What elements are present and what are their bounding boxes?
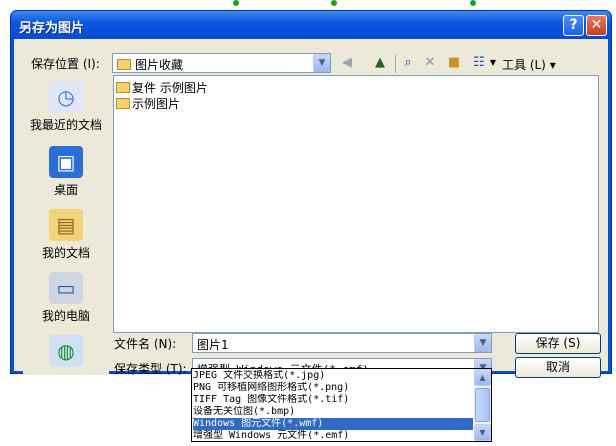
file-name: 示例图片 [132, 97, 181, 111]
file-list[interactable]: 复件 示例图片 示例图片 [113, 75, 599, 333]
views-dropdown-icon[interactable]: ▼ [488, 53, 498, 73]
folder-icon [116, 82, 130, 93]
place-label: 我最近的文档 [29, 118, 102, 132]
recent-documents-icon: ◷ [49, 81, 83, 113]
filetype-option-highlighted[interactable]: Windows 图元文件(*.wmf) [193, 418, 473, 430]
save-in-combo[interactable]: 图片收藏 ▼ [112, 53, 331, 73]
network-places-icon: ◍ [49, 335, 83, 367]
filetype-option[interactable]: PNG 可移植网络图形格式(*.png) [193, 382, 473, 394]
dropdown-scrollbar[interactable]: ▲ ▼ [474, 369, 491, 441]
search-web-icon[interactable]: ⌕ [398, 53, 418, 73]
place-recent-documents[interactable]: ◷ 我最近的文档 [23, 81, 109, 133]
background-top [0, 0, 616, 10]
save-in-label: 保存位置 (I): [31, 57, 100, 71]
place-label: 我的电脑 [41, 309, 90, 323]
place-desktop[interactable]: ▣ 桌面 [23, 146, 109, 198]
place-network[interactable]: ◍ [23, 335, 109, 370]
my-documents-icon: ▤ [49, 209, 83, 241]
list-item[interactable]: 示例图片 [116, 95, 180, 112]
help-button[interactable]: ? [563, 15, 584, 36]
green-handle-icon [331, 0, 337, 6]
places-bar: ◷ 我最近的文档 ▣ 桌面 ▤ 我的文档 ▭ 我的电脑 ◍ [23, 71, 109, 375]
place-my-documents[interactable]: ▤ 我的文档 [23, 209, 109, 261]
filetype-option[interactable]: 设备无关位图(*.bmp) [193, 406, 473, 418]
back-icon[interactable]: ◀ [337, 53, 357, 73]
title-bar[interactable]: 另存为图片 ? ✕ [11, 11, 611, 39]
chevron-down-icon[interactable]: ▼ [313, 54, 330, 72]
save-button[interactable]: 保存 (S) [515, 333, 601, 354]
close-button[interactable]: ✕ [586, 15, 607, 36]
filetype-option[interactable]: 增强型 Windows 元文件(*.emf) [193, 430, 473, 442]
tools-menu-button[interactable]: 工具 (L) ▾ [502, 56, 556, 73]
place-label: 桌面 [53, 183, 78, 197]
scroll-down-icon[interactable]: ▼ [474, 424, 491, 441]
delete-icon[interactable]: ✕ [420, 53, 440, 73]
green-handle-icon [233, 0, 239, 6]
scroll-up-icon[interactable]: ▲ [474, 369, 491, 386]
new-folder-icon[interactable]: ■ [444, 53, 464, 73]
filename-label: 文件名 (N): [114, 337, 177, 351]
my-computer-icon: ▭ [49, 272, 83, 304]
chevron-down-icon[interactable]: ▼ [474, 334, 491, 352]
cancel-button[interactable]: 取消 [515, 357, 601, 378]
save-in-location: 图片收藏 [135, 58, 184, 72]
save-as-picture-dialog: 另存为图片 ? ✕ 保存位置 (I): 图片收藏 ▼ ◀ ▲ ⌕ ✕ ■ ☷ ▼… [10, 10, 612, 378]
filetype-dropdown-list: JPEG 文件交换格式(*.jpg) PNG 可移植网络图形格式(*.png) … [191, 368, 492, 442]
file-name: 复件 示例图片 [132, 81, 208, 95]
toolbar-separator [395, 55, 396, 73]
scrollbar-thumb[interactable] [475, 388, 490, 422]
list-item[interactable]: 复件 示例图片 [116, 79, 208, 96]
dialog-client-area: 保存位置 (I): 图片收藏 ▼ ◀ ▲ ⌕ ✕ ■ ☷ ▼ 工具 (L) ▾ … [14, 39, 608, 378]
filename-field[interactable]: 图片1 ▼ [192, 333, 492, 353]
dialog-title: 另存为图片 [19, 21, 85, 36]
filetype-label: 保存类型 (T): [114, 362, 187, 376]
tools-label: 工具 (L) [502, 58, 546, 72]
filetype-option[interactable]: TIFF Tag 图像文件格式(*.tif) [193, 394, 473, 406]
folder-icon [116, 98, 130, 109]
place-label: 我的文档 [41, 246, 90, 260]
up-folder-icon[interactable]: ▲ [370, 53, 390, 73]
place-my-computer[interactable]: ▭ 我的电脑 [23, 272, 109, 324]
filetype-option[interactable]: JPEG 文件交换格式(*.jpg) [193, 370, 473, 382]
views-icon[interactable]: ☷ [469, 53, 489, 73]
green-handle-icon [470, 0, 476, 6]
desktop-icon: ▣ [49, 146, 83, 178]
save-in-value: 图片收藏 [117, 56, 183, 73]
folder-icon [117, 59, 131, 70]
filename-value: 图片1 [197, 338, 229, 352]
